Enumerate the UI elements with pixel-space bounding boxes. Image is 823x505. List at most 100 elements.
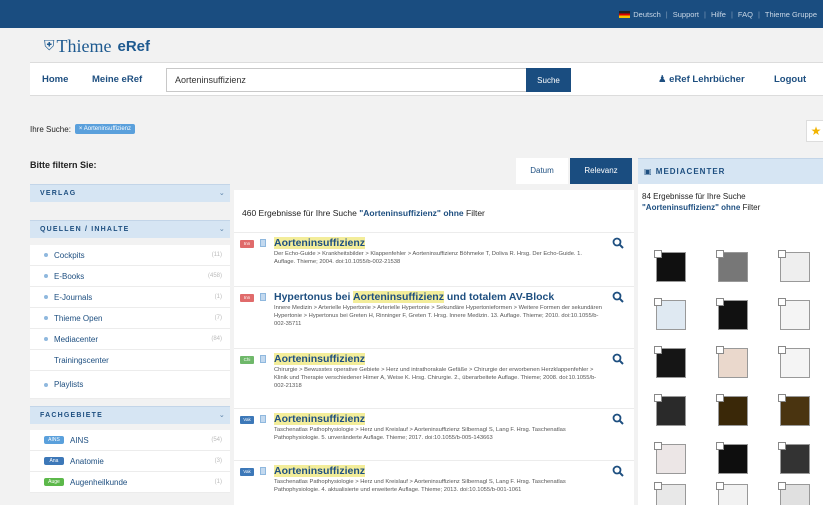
document-icon <box>260 415 266 423</box>
media-thumbnail[interactable] <box>778 482 810 505</box>
media-checkbox[interactable] <box>716 250 724 258</box>
logo-brand: Thieme <box>56 36 112 56</box>
search-term-tag-label: Aorteninsuffizienz <box>83 126 132 132</box>
media-thumbnail[interactable] <box>778 346 810 378</box>
media-checkbox[interactable] <box>716 346 724 354</box>
media-checkbox[interactable] <box>654 442 662 450</box>
document-icon <box>260 355 266 363</box>
mediacenter-header: ▣ MEDIACENTER <box>638 158 823 184</box>
media-checkbox[interactable] <box>654 394 662 402</box>
result-item: Inn Aorteninsuffizienz Der Echo-Guide > … <box>234 232 634 282</box>
media-checkbox[interactable] <box>778 482 786 490</box>
media-thumbnail[interactable] <box>654 298 686 330</box>
result-title[interactable]: Aorteninsuffizienz <box>274 413 365 425</box>
media-thumbnail[interactable] <box>716 346 748 378</box>
search-summary-label: Ihre Suche: <box>30 124 71 134</box>
quellen-section-label: QUELLEN / INHALTE <box>40 226 130 233</box>
filter-item-playlists[interactable]: Playlists <box>30 371 230 399</box>
magnifier-icon[interactable] <box>612 291 624 303</box>
media-thumbnail[interactable] <box>654 442 686 474</box>
bullet-icon <box>44 316 48 320</box>
results-filter-tail: Filter <box>466 208 485 218</box>
media-checkbox[interactable] <box>778 394 786 402</box>
media-thumbnail[interactable] <box>654 394 686 426</box>
filter-item-anatomie[interactable]: Ana Anatomie (3) <box>30 451 230 472</box>
german-flag-icon <box>619 10 631 18</box>
filter-item-cockpits[interactable]: Cockpits (11) <box>30 245 230 266</box>
thieme-gruppe-link[interactable]: Thieme Gruppe <box>765 10 817 19</box>
media-thumbnail[interactable] <box>716 394 748 426</box>
magnifier-icon[interactable] <box>612 413 624 425</box>
media-thumbnail[interactable] <box>716 298 748 330</box>
media-thumbnail[interactable] <box>778 298 810 330</box>
nav-home[interactable]: Home <box>42 74 68 85</box>
media-checkbox[interactable] <box>716 394 724 402</box>
media-checkbox[interactable] <box>716 442 724 450</box>
language-link[interactable]: Deutsch <box>633 10 661 19</box>
media-thumbnail[interactable] <box>716 250 748 282</box>
media-thumbnail[interactable] <box>716 482 748 505</box>
media-thumbnail[interactable] <box>654 250 686 282</box>
filter-item-mediacenter[interactable]: Mediacenter (84) <box>30 329 230 350</box>
magnifier-icon[interactable] <box>612 353 624 365</box>
media-thumbnail[interactable] <box>716 442 748 474</box>
magnifier-icon[interactable] <box>612 465 624 477</box>
result-description: Taschenatlas Pathophysiologie > Herz und… <box>274 427 566 441</box>
faq-link[interactable]: FAQ <box>738 10 753 19</box>
result-title[interactable]: Aorteninsuffizienz <box>274 353 365 365</box>
filter-item-label: Playlists <box>54 380 84 389</box>
result-title[interactable]: Aorteninsuffizienz <box>274 237 365 249</box>
hilfe-link[interactable]: Hilfe <box>711 10 726 19</box>
media-thumbnail[interactable] <box>654 482 686 505</box>
media-thumbnail[interactable] <box>778 250 810 282</box>
verlag-section-toggle[interactable]: VERLAG ⌄ <box>30 184 230 202</box>
filter-item-label: Trainingscenter <box>54 355 109 365</box>
filter-item-count: (7) <box>214 315 222 321</box>
result-title-highlight: Aorteninsuffizienz <box>274 237 365 249</box>
filter-item-trainingscenter[interactable]: Trainingscenter <box>30 350 230 371</box>
filter-title: Bitte filtern Sie: <box>30 160 97 170</box>
results-panel: 460 Ergebnisse für Ihre Suche "Aortenins… <box>234 190 634 505</box>
media-checkbox[interactable] <box>778 298 786 306</box>
bullet-icon <box>44 295 48 299</box>
media-checkbox[interactable] <box>778 442 786 450</box>
search-summary: Ihre Suche: × Aorteninsuffizienz <box>30 124 136 134</box>
media-thumbnail[interactable] <box>654 346 686 378</box>
filter-item-thieme-open[interactable]: Thieme Open (7) <box>30 308 230 329</box>
media-thumbnail[interactable] <box>778 442 810 474</box>
nav-logout[interactable]: Logout <box>774 74 806 85</box>
media-checkbox[interactable] <box>716 482 724 490</box>
search-input[interactable] <box>166 68 526 92</box>
search-term-tag[interactable]: × Aorteninsuffizienz <box>74 124 136 134</box>
result-title[interactable]: Hypertonus bei Aorteninsuffizienz und to… <box>274 291 554 303</box>
nav-meine-eref[interactable]: Meine eRef <box>92 74 142 85</box>
filter-item-ejournals[interactable]: E-Journals (1) <box>30 287 230 308</box>
favorite-star-icon[interactable]: ★ <box>806 120 823 142</box>
thieme-eref-logo[interactable]: ⛨ Thieme eRef <box>44 36 150 57</box>
support-link[interactable]: Support <box>673 10 699 19</box>
filter-item-augenheilkunde[interactable]: Auge Augenheilkunde (1) <box>30 472 230 493</box>
result-description: Der Echo-Guide > Krankheitsbilder > Klap… <box>274 251 582 265</box>
media-checkbox[interactable] <box>654 482 662 490</box>
sort-relevanz-button[interactable]: Relevanz <box>570 158 632 184</box>
media-checkbox[interactable] <box>778 250 786 258</box>
media-thumbnail[interactable] <box>778 394 810 426</box>
search-button[interactable]: Suche <box>526 68 571 92</box>
media-checkbox[interactable] <box>716 298 724 306</box>
media-checkbox[interactable] <box>654 298 662 306</box>
result-title[interactable]: Aorteninsuffizienz <box>274 465 365 477</box>
quellen-section-toggle[interactable]: QUELLEN / INHALTE ⌄ <box>30 220 230 238</box>
sort-datum-button[interactable]: Datum <box>516 158 568 184</box>
fachgebiete-section-toggle[interactable]: FACHGEBIETE ⌄ <box>30 406 230 424</box>
result-title-pre: Hypertonus bei <box>274 291 353 303</box>
result-title-post: und totalem AV-Block <box>443 291 555 303</box>
media-checkbox[interactable] <box>778 346 786 354</box>
media-checkbox[interactable] <box>654 250 662 258</box>
filter-item-count: (54) <box>211 437 222 443</box>
nav-lehrbuecher[interactable]: ♟ eRef Lehrbücher <box>658 74 745 85</box>
filter-item-ains[interactable]: AINS AINS (54) <box>30 430 230 451</box>
media-checkbox[interactable] <box>654 346 662 354</box>
magnifier-icon[interactable] <box>612 237 624 249</box>
results-query: "Aorteninsuffizienz" <box>359 208 441 218</box>
filter-item-ebooks[interactable]: E-Books (458) <box>30 266 230 287</box>
